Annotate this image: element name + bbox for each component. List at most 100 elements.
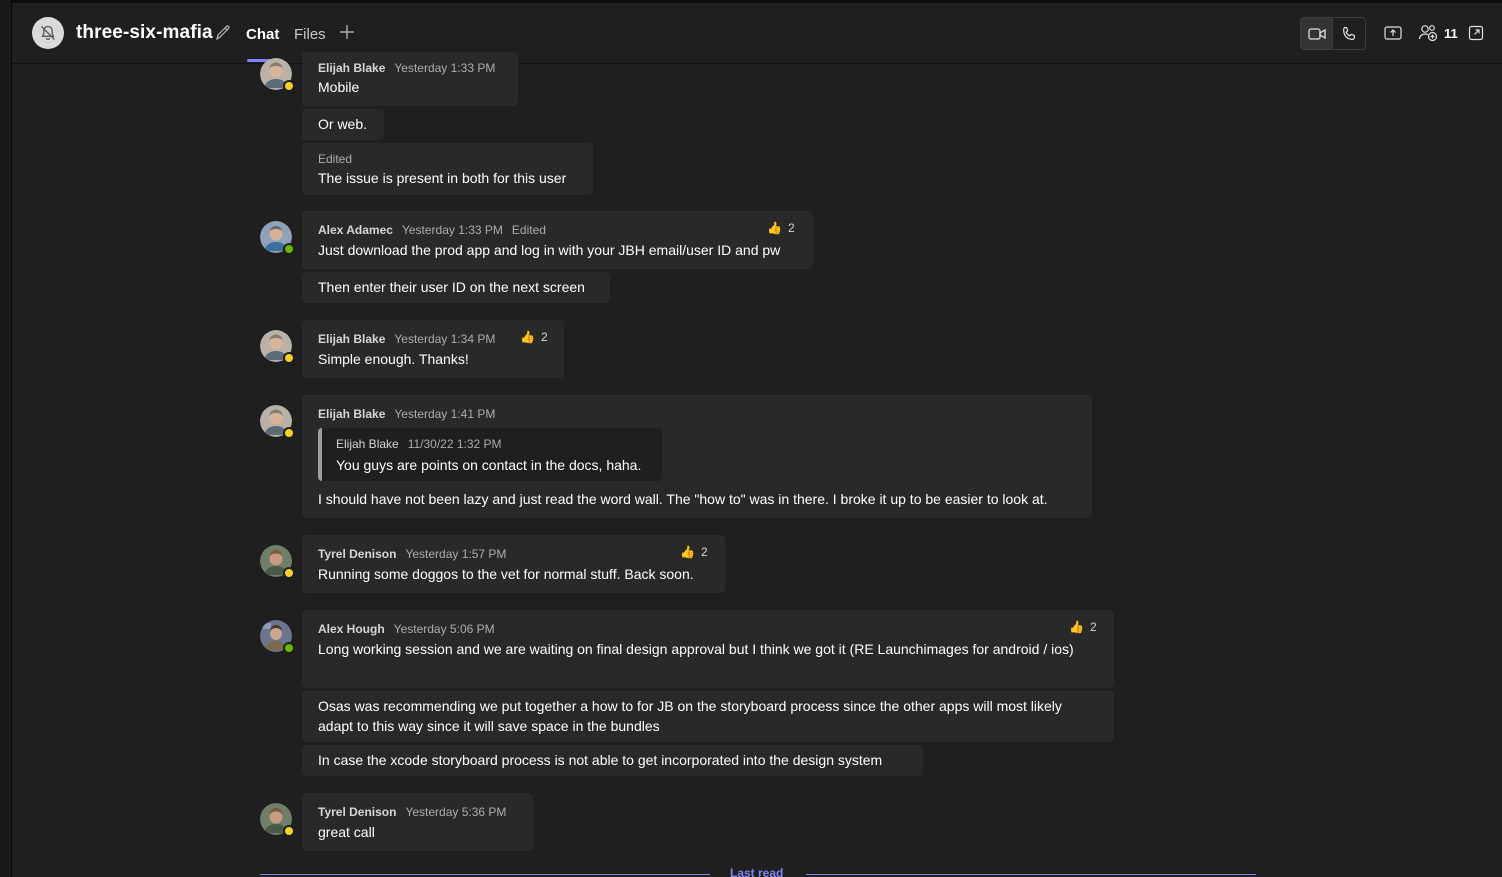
last-read-divider: Last read bbox=[260, 866, 1256, 877]
tab-files[interactable]: Files bbox=[294, 26, 326, 43]
message-meta: Tyrel Denison Yesterday 5:36 PM bbox=[318, 805, 515, 819]
message-text: Osas was recommending we put together a … bbox=[318, 698, 1062, 734]
muted-notifications-icon[interactable] bbox=[32, 17, 64, 49]
author-name[interactable]: Elijah Blake bbox=[318, 407, 385, 421]
message-meta: Alex Hough Yesterday 5:06 PM bbox=[318, 622, 504, 636]
reaction-count: 2 bbox=[700, 545, 708, 559]
avatar-alex-hough[interactable] bbox=[260, 620, 295, 654]
message-bubble[interactable]: Tyrel Denison Yesterday 1:57 PM 👍 2 Runnin… bbox=[302, 535, 725, 593]
quoted-reply[interactable]: Elijah Blake 11/30/22 1:32 PM You guys ar… bbox=[318, 428, 662, 481]
author-name[interactable]: Alex Hough bbox=[318, 622, 385, 636]
teams-chat-window: three-six-mafia Chat Files 11 Elijah Bla… bbox=[0, 0, 1502, 877]
share-screen-icon[interactable] bbox=[1383, 23, 1403, 43]
message-bubble[interactable]: In case the xcode storyboard process is … bbox=[302, 745, 923, 776]
reaction-summary[interactable]: 👍 2 bbox=[1069, 618, 1097, 636]
presence-away-indicator bbox=[283, 80, 295, 92]
reaction-summary[interactable]: 👍 2 bbox=[767, 219, 795, 237]
avatar-alex-adamec[interactable] bbox=[260, 221, 295, 255]
message-text: Or web. bbox=[318, 116, 368, 132]
message-bubble[interactable]: Elijah Blake Yesterday 1:41 PM Elijah Bla… bbox=[302, 395, 1092, 518]
timestamp: Yesterday 5:06 PM bbox=[393, 622, 495, 636]
edited-label: Edited bbox=[511, 223, 546, 237]
message-meta: Elijah Blake Yesterday 1:41 PM bbox=[318, 407, 504, 421]
message-meta: Elijah Blake Yesterday 1:34 PM bbox=[318, 332, 504, 346]
message-bubble[interactable]: Osas was recommending we put together a … bbox=[302, 691, 1114, 742]
message-bubble[interactable]: Elijah Blake Yesterday 1:34 PM 👍 2 Simple … bbox=[302, 320, 564, 378]
divider-line bbox=[260, 874, 710, 875]
chat-header: three-six-mafia Chat Files 11 bbox=[12, 3, 1502, 64]
thumbs-up-icon: 👍 bbox=[1069, 620, 1084, 634]
reaction-count: 2 bbox=[787, 221, 795, 235]
thumbs-up-icon: 👍 bbox=[520, 330, 535, 344]
message-meta: Alex Adamec Yesterday 1:33 PM Edited bbox=[318, 223, 546, 237]
last-read-label: Last read bbox=[730, 866, 784, 877]
reaction-summary[interactable]: 👍 2 bbox=[520, 328, 548, 346]
video-call-button[interactable] bbox=[1301, 18, 1333, 49]
message-bubble[interactable]: Alex Hough Yesterday 5:06 PM 👍 2 Long work… bbox=[302, 610, 1114, 688]
quote-timestamp: 11/30/22 1:32 PM bbox=[407, 437, 502, 451]
video-camera-icon bbox=[1307, 27, 1326, 40]
author-name[interactable]: Tyrel Denison bbox=[318, 805, 396, 819]
call-button-group bbox=[1300, 17, 1366, 50]
timestamp: Yesterday 1:57 PM bbox=[405, 547, 507, 561]
message-text: The issue is present in both for this us… bbox=[318, 170, 567, 186]
timestamp: Yesterday 1:33 PM bbox=[401, 223, 503, 237]
author-name[interactable]: Alex Adamec bbox=[318, 223, 393, 237]
presence-away-indicator bbox=[283, 825, 295, 837]
tab-chat[interactable]: Chat bbox=[246, 26, 279, 43]
left-rail-edge bbox=[0, 0, 12, 877]
message-text: In case the xcode storyboard process is … bbox=[318, 752, 883, 768]
avatar-tyrel-denison[interactable] bbox=[260, 803, 295, 837]
message-bubble[interactable]: Tyrel Denison Yesterday 5:36 PM great cal… bbox=[302, 793, 533, 851]
author-name[interactable]: Elijah Blake bbox=[318, 61, 385, 75]
message-meta: Tyrel Denison Yesterday 1:57 PM bbox=[318, 547, 515, 561]
people-add-icon bbox=[1418, 25, 1438, 42]
participant-count: 11 bbox=[1444, 25, 1458, 41]
reaction-count: 2 bbox=[1089, 620, 1097, 634]
audio-call-button[interactable] bbox=[1333, 18, 1365, 49]
avatar-elijah-blake[interactable] bbox=[260, 58, 295, 92]
chat-title: three-six-mafia bbox=[76, 22, 213, 43]
add-tab-plus-icon[interactable] bbox=[338, 23, 356, 41]
message-text: I should have not been lazy and just rea… bbox=[318, 491, 1048, 507]
pop-out-icon[interactable] bbox=[1466, 23, 1486, 43]
presence-away-indicator bbox=[283, 427, 295, 439]
edit-pencil-icon[interactable] bbox=[214, 24, 232, 42]
reaction-summary[interactable]: 👍 2 bbox=[680, 543, 708, 561]
message-meta: Elijah Blake Yesterday 1:33 PM bbox=[318, 61, 504, 75]
reaction-count: 2 bbox=[540, 330, 548, 344]
message-text: Simple enough. Thanks! bbox=[318, 351, 469, 367]
divider-line bbox=[806, 874, 1256, 875]
message-bubble[interactable]: Edited The issue is present in both for … bbox=[302, 143, 593, 195]
edited-label: Edited bbox=[318, 152, 353, 166]
timestamp: Yesterday 5:36 PM bbox=[405, 805, 507, 819]
presence-away-indicator bbox=[283, 352, 295, 364]
quote-author: Elijah Blake bbox=[336, 437, 399, 451]
timestamp: Yesterday 1:33 PM bbox=[394, 61, 496, 75]
author-name[interactable]: Elijah Blake bbox=[318, 332, 385, 346]
message-bubble[interactable]: Or web. bbox=[302, 109, 384, 140]
message-text: Then enter their user ID on the next scr… bbox=[318, 279, 585, 295]
message-text: great call bbox=[318, 824, 375, 840]
timestamp: Yesterday 1:34 PM bbox=[394, 332, 496, 346]
avatar-elijah-blake[interactable] bbox=[260, 330, 295, 364]
message-bubble[interactable]: Then enter their user ID on the next scr… bbox=[302, 272, 610, 303]
author-name[interactable]: Tyrel Denison bbox=[318, 547, 396, 561]
message-text: Mobile bbox=[318, 79, 360, 95]
avatar-tyrel-denison[interactable] bbox=[260, 545, 295, 579]
quote-meta: Elijah Blake 11/30/22 1:32 PM bbox=[336, 437, 502, 451]
message-bubble[interactable]: Alex Adamec Yesterday 1:33 PM Edited 👍 2 Ju… bbox=[302, 211, 813, 269]
message-text: Long working session and we are waiting … bbox=[318, 641, 1074, 657]
presence-away-indicator bbox=[283, 567, 295, 579]
message-text: Just download the prod app and log in wi… bbox=[318, 242, 781, 258]
thumbs-up-icon: 👍 bbox=[680, 545, 695, 559]
participants-button[interactable]: 11 bbox=[1418, 23, 1458, 43]
presence-online-indicator bbox=[283, 642, 295, 654]
quote-text: You guys are points on contact in the do… bbox=[336, 457, 642, 473]
message-bubble[interactable]: Elijah Blake Yesterday 1:33 PM Mobile bbox=[302, 52, 518, 106]
timestamp: Yesterday 1:41 PM bbox=[394, 407, 496, 421]
thumbs-up-icon: 👍 bbox=[767, 221, 782, 235]
presence-online-indicator bbox=[283, 243, 295, 255]
avatar-elijah-blake[interactable] bbox=[260, 405, 295, 439]
message-text: Running some doggos to the vet for norma… bbox=[318, 566, 694, 582]
